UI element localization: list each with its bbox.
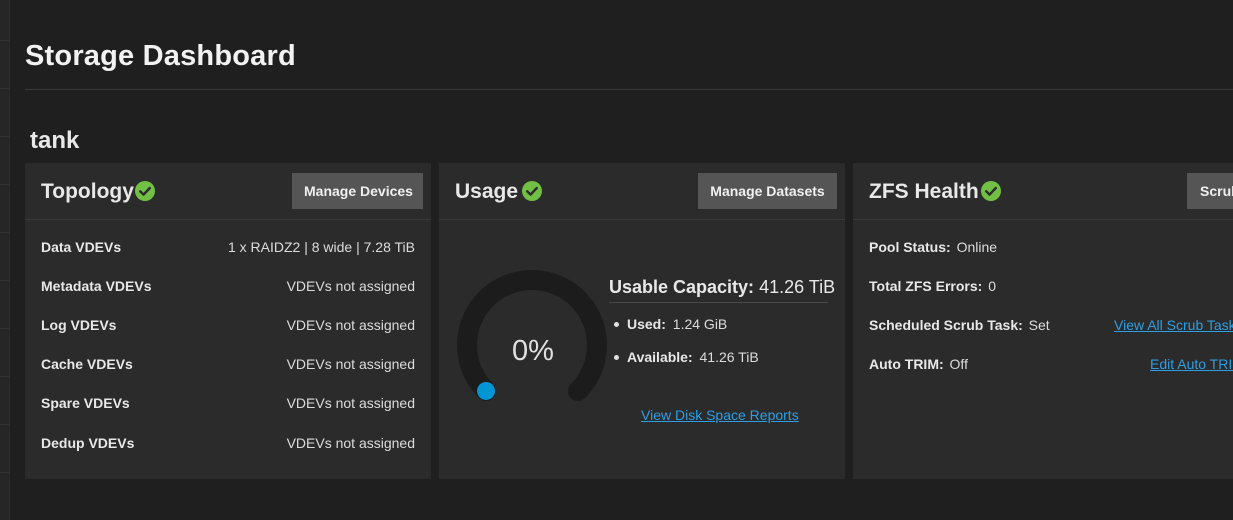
bullet-icon bbox=[614, 322, 619, 327]
usage-card: Usage Manage Datasets 0% Usable Capacity… bbox=[439, 163, 845, 479]
row-label: Metadata VDEVs bbox=[41, 278, 152, 294]
manage-devices-button[interactable]: Manage Devices bbox=[292, 173, 423, 209]
usable-capacity: Usable Capacity: 41.26 TiB bbox=[609, 277, 835, 298]
manage-datasets-button[interactable]: Manage Datasets bbox=[698, 173, 837, 209]
row-label: Spare VDEVs bbox=[41, 395, 130, 411]
storage-dashboard: Storage Dashboard tank Topology Manage D… bbox=[0, 0, 1233, 520]
row-label: Dedup VDEVs bbox=[41, 435, 135, 451]
used-item: Used: 1.24 GiB bbox=[614, 316, 728, 332]
topology-card: Topology Manage Devices Data VDEVs 1 x R… bbox=[25, 163, 431, 479]
available-label: Available: bbox=[627, 349, 693, 365]
side-navigation-edge bbox=[0, 0, 10, 520]
row-label: Log VDEVs bbox=[41, 317, 117, 333]
topology-row-data: Data VDEVs 1 x RAIDZ2 | 8 wide | 7.28 Ti… bbox=[41, 239, 415, 259]
topology-row-metadata: Metadata VDEVs VDEVs not assigned bbox=[41, 278, 415, 298]
row-value: VDEVs not assigned bbox=[286, 435, 415, 451]
row-value: VDEVs not assigned bbox=[286, 356, 415, 372]
row-value: VDEVs not assigned bbox=[286, 317, 415, 333]
zfs-health-card: ZFS Health Scrub Pool Status: Online Tot… bbox=[853, 163, 1233, 479]
topology-row-log: Log VDEVs VDEVs not assigned bbox=[41, 317, 415, 337]
topology-row-spare: Spare VDEVs VDEVs not assigned bbox=[41, 395, 415, 415]
used-value: 1.24 GiB bbox=[672, 316, 728, 332]
zfs-links-clip: View All Scrub Tasks Edit Auto TRIM bbox=[853, 163, 1233, 479]
topology-title: Topology bbox=[41, 180, 134, 203]
view-all-scrub-tasks-link[interactable]: View All Scrub Tasks bbox=[1114, 317, 1233, 333]
view-disk-space-reports-link[interactable]: View Disk Space Reports bbox=[641, 407, 799, 423]
available-item: Available: 41.26 TiB bbox=[614, 349, 759, 365]
usable-capacity-value: 41.26 TiB bbox=[759, 277, 836, 297]
capacity-divider bbox=[609, 302, 828, 303]
usage-card-header: Usage Manage Datasets bbox=[439, 163, 845, 220]
edit-auto-trim-link[interactable]: Edit Auto TRIM bbox=[1150, 356, 1233, 372]
check-circle-icon bbox=[522, 181, 542, 201]
used-label: Used: bbox=[627, 316, 666, 332]
usage-title: Usage bbox=[455, 180, 519, 203]
usage-percent: 0% bbox=[512, 335, 554, 367]
row-label: Data VDEVs bbox=[41, 239, 122, 255]
title-divider bbox=[25, 89, 1233, 90]
pool-name: tank bbox=[30, 127, 80, 154]
row-value: 1 x RAIDZ2 | 8 wide | 7.28 TiB bbox=[227, 239, 415, 255]
page-title: Storage Dashboard bbox=[25, 40, 296, 72]
bullet-icon bbox=[614, 355, 619, 360]
available-value: 41.26 TiB bbox=[699, 349, 759, 365]
topology-row-dedup: Dedup VDEVs VDEVs not assigned bbox=[41, 435, 415, 455]
check-circle-icon bbox=[135, 181, 155, 201]
row-value: VDEVs not assigned bbox=[286, 278, 415, 294]
topology-row-cache: Cache VDEVs VDEVs not assigned bbox=[41, 356, 415, 376]
row-label: Cache VDEVs bbox=[41, 356, 133, 372]
row-value: VDEVs not assigned bbox=[286, 395, 415, 411]
usable-capacity-label: Usable Capacity: bbox=[609, 277, 755, 297]
topology-card-header: Topology Manage Devices bbox=[25, 163, 431, 220]
